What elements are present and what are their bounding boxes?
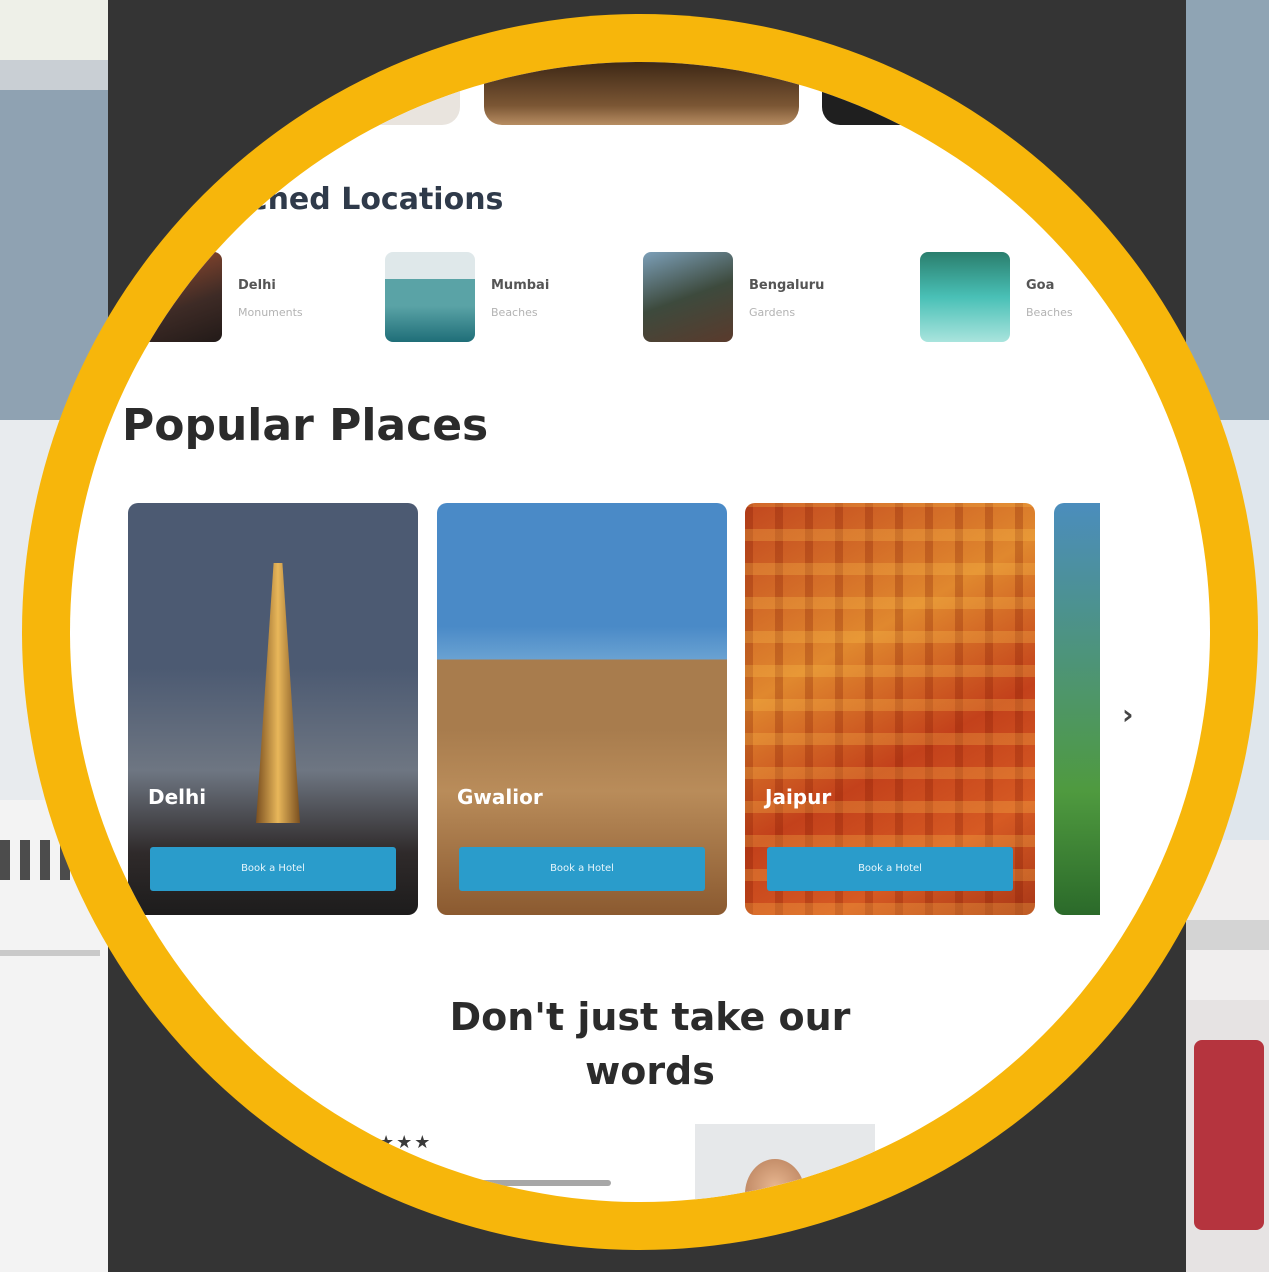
location-subtitle: Gardens <box>749 306 796 319</box>
place-name: Gwalior <box>457 785 543 809</box>
location-subtitle: Beaches <box>491 306 538 319</box>
qutub-minar-image <box>256 563 300 823</box>
testimonials-title-line2: words <box>585 1049 715 1093</box>
testimonials-title: Don't just take our words <box>380 990 920 1098</box>
testimonial-photo <box>695 1124 875 1202</box>
popular-places-title: Popular Places <box>122 400 489 451</box>
book-hotel-button[interactable]: Book a Hotel <box>459 847 705 891</box>
magnifier-ring: rched Locations Delhi Monuments Mumbai B… <box>22 14 1258 1250</box>
place-card-partial[interactable] <box>1054 503 1100 915</box>
location-thumbnail <box>920 252 1010 342</box>
testimonials-title-line1: Don't just take our <box>449 995 851 1039</box>
place-card-gwalior[interactable]: Gwalior Book a Hotel <box>437 503 727 915</box>
place-name: Delhi <box>148 785 207 809</box>
location-thumbnail <box>643 252 733 342</box>
avatar <box>745 1159 805 1202</box>
top-card-center[interactable] <box>484 62 799 125</box>
top-card-left[interactable] <box>340 62 460 125</box>
book-hotel-button[interactable]: Book a Hotel <box>150 847 396 891</box>
searched-locations-title: rched Locations <box>235 182 504 217</box>
place-card-jaipur[interactable]: Jaipur Book a Hotel <box>745 503 1035 915</box>
location-name: Goa <box>1026 278 1055 293</box>
magnified-page: rched Locations Delhi Monuments Mumbai B… <box>70 62 1210 1202</box>
chevron-right-icon[interactable]: › <box>1122 698 1134 731</box>
page-content: rched Locations Delhi Monuments Mumbai B… <box>70 62 1210 1202</box>
location-subtitle: Beaches <box>1026 306 1073 319</box>
book-hotel-button[interactable]: Book a Hotel <box>767 847 1013 891</box>
rating-stars: ★★★ <box>378 1132 433 1153</box>
place-card-delhi[interactable]: Delhi Book a Hotel <box>128 503 418 915</box>
location-thumbnail <box>132 252 222 342</box>
place-name: Jaipur <box>765 785 832 809</box>
location-name: Bengaluru <box>749 278 825 293</box>
location-thumbnail <box>385 252 475 342</box>
location-name: Delhi <box>238 278 276 293</box>
testimonial-text-line <box>466 1180 611 1186</box>
location-subtitle: Monuments <box>238 306 303 319</box>
top-card-right[interactable] <box>822 62 962 125</box>
location-name: Mumbai <box>491 278 550 293</box>
